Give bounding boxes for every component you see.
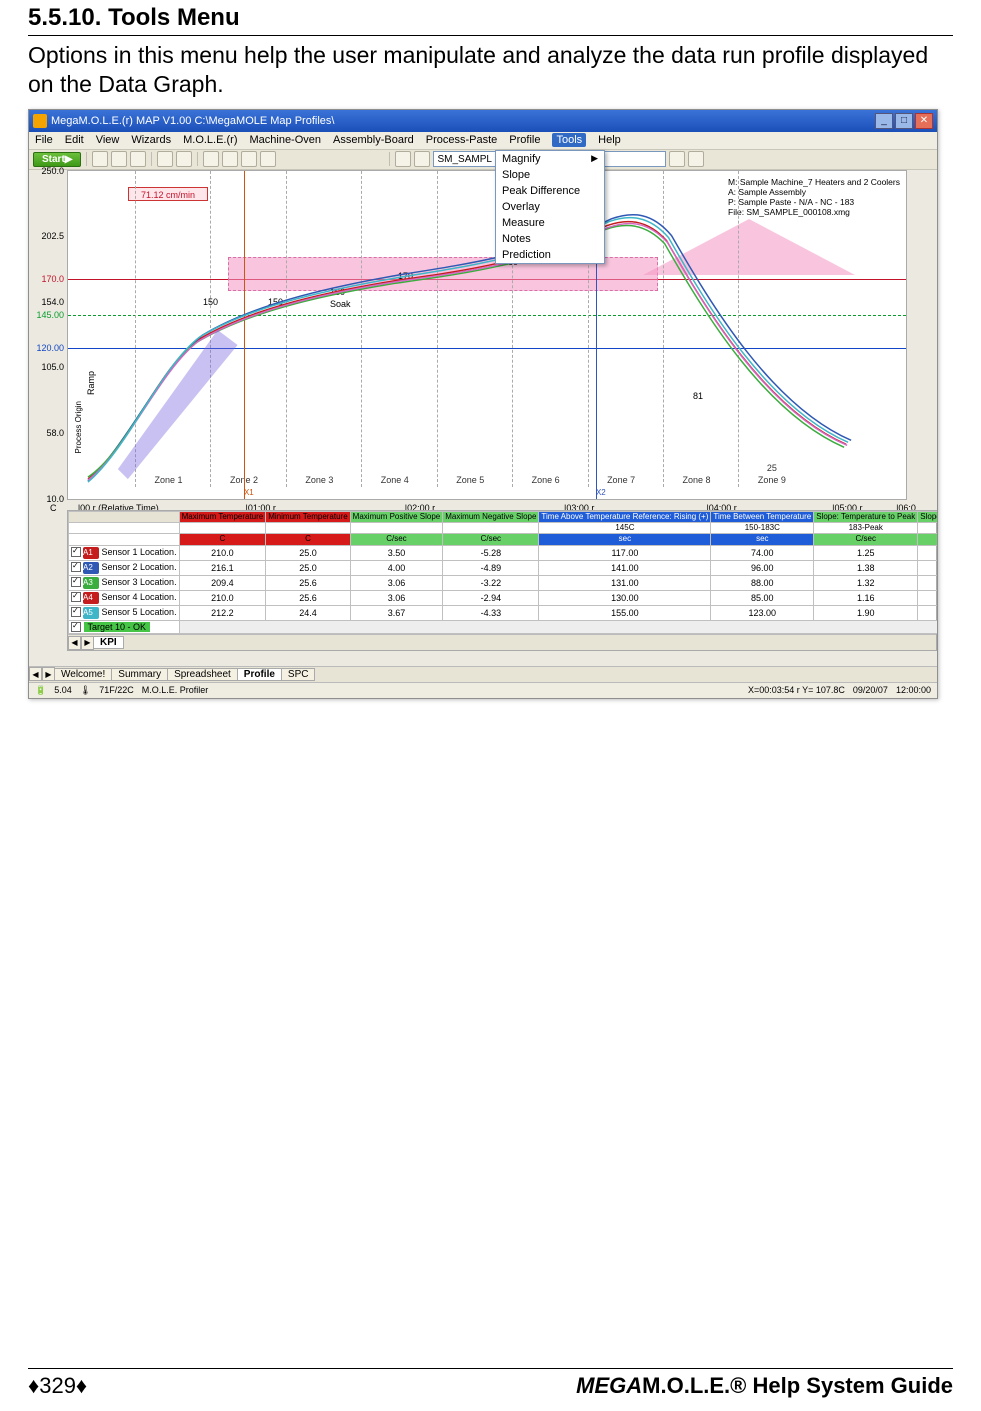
status-coords: X=00:03:54 r Y= 107.8C [748, 685, 845, 695]
view-icon[interactable] [203, 151, 219, 167]
minimize-button[interactable]: _ [875, 113, 893, 129]
y-axis-unit: C [50, 503, 57, 513]
status-time: 12:00:00 [896, 685, 931, 695]
target-checkbox[interactable] [71, 622, 81, 632]
y-axis-icon[interactable] [395, 151, 411, 167]
menu-assembly-board[interactable]: Assembly-Board [333, 134, 414, 146]
tab-profile[interactable]: Profile [237, 668, 282, 681]
submenu-arrow-icon: ▶ [591, 153, 598, 164]
menu-file[interactable]: File [35, 134, 53, 146]
sensor-checkbox[interactable] [71, 547, 81, 557]
start-button[interactable]: Start▶ [33, 152, 81, 167]
sensor-checkbox[interactable] [71, 607, 81, 617]
menu-item-notes[interactable]: Notes [496, 231, 604, 247]
menu-item-magnify[interactable]: Magnify▶ [496, 151, 604, 167]
tab-welcome[interactable]: Welcome! [54, 668, 112, 681]
data-graph[interactable]: 250.0 202.5 170.0 154.0 145.00 120.00 10… [67, 170, 907, 500]
table-row: A3 Sensor 3 Location.209.425.63.06-3.221… [69, 575, 939, 590]
zoom-out-icon[interactable] [176, 151, 192, 167]
data-table: Maximum TemperatureMinimum Temperature M… [67, 510, 937, 652]
toolbar: Start▶ SM_SAMPL [29, 150, 937, 170]
down-arrow-icon[interactable] [414, 151, 430, 167]
table-row: A4 Sensor 4 Location.210.025.63.06-2.941… [69, 590, 939, 605]
menu-tools[interactable]: Tools [552, 133, 586, 147]
maximize-button[interactable]: □ [895, 113, 913, 129]
open-icon[interactable] [92, 151, 108, 167]
status-temp-icon: 🌡 [80, 685, 91, 696]
status-date: 09/20/07 [853, 685, 888, 695]
status-volts: 5.04 [54, 685, 72, 695]
close-button[interactable]: ✕ [915, 113, 933, 129]
print-icon[interactable] [130, 151, 146, 167]
menu-view[interactable]: View [96, 134, 120, 146]
status-temp: 71F/22C [99, 685, 134, 695]
table-row: A2 Sensor 2 Location.216.125.04.00-4.891… [69, 560, 939, 575]
menu-machine-oven[interactable]: Machine-Oven [249, 134, 321, 146]
target-icon[interactable] [222, 151, 238, 167]
body-text: Options in this menu help the user manip… [28, 41, 953, 99]
table-row: A5 Sensor 5 Location.212.224.43.67-4.331… [69, 605, 939, 620]
menu-help[interactable]: Help [598, 134, 621, 146]
section-heading: 5.5.10. Tools Menu [28, 4, 953, 32]
kpi-nav-prev[interactable]: ◀ [68, 636, 81, 650]
menu-mole[interactable]: M.O.L.E.(r) [183, 134, 237, 146]
y-axis: 250.0 202.5 170.0 154.0 145.00 120.00 10… [36, 171, 66, 499]
sensor-checkbox[interactable] [71, 577, 81, 587]
page-footer: ♦329♦ MEGAM.O.L.E.® Help System Guide [28, 1368, 953, 1399]
divider [28, 35, 953, 36]
profile-curves [68, 171, 906, 499]
sensor-checkbox[interactable] [71, 592, 81, 602]
down-icon[interactable] [688, 151, 704, 167]
table-row: A1 Sensor 1 Location.210.025.03.50-5.281… [69, 545, 939, 560]
status-profiler: M.O.L.E. Profiler [142, 685, 209, 695]
units-row: CC C/secC/sec secsec C/secC/sec CC [69, 534, 939, 545]
menu-profile[interactable]: Profile [509, 134, 540, 146]
menu-item-prediction[interactable]: Prediction [496, 247, 604, 263]
subheader-row: 145C150-183C183-PeakPeak-183X1 - 76X2 - … [69, 522, 939, 533]
footer-title: MEGAM.O.L.E.® Help System Guide [576, 1373, 953, 1399]
menu-edit[interactable]: Edit [65, 134, 84, 146]
menu-item-measure[interactable]: Measure [496, 215, 604, 231]
up-icon[interactable] [669, 151, 685, 167]
tab-summary[interactable]: Summary [111, 668, 168, 681]
save-icon[interactable] [111, 151, 127, 167]
menu-wizards[interactable]: Wizards [131, 134, 171, 146]
page-number: ♦329♦ [28, 1373, 87, 1399]
grid-icon[interactable] [241, 151, 257, 167]
menu-item-peak-difference[interactable]: Peak Difference [496, 183, 604, 199]
tab-spc[interactable]: SPC [281, 668, 316, 681]
tab-spreadsheet[interactable]: Spreadsheet [167, 668, 238, 681]
sheet-nav-prev[interactable]: ◀ [29, 667, 42, 681]
help-icon[interactable] [260, 151, 276, 167]
titlebar: MegaM.O.L.E.(r) MAP V1.00 C:\MegaMOLE Ma… [29, 110, 937, 132]
menu-process-paste[interactable]: Process-Paste [426, 134, 498, 146]
status-volts-icon: 🔋 [35, 685, 46, 696]
app-icon [33, 114, 47, 128]
statusbar: 🔋 5.04 🌡 71F/22C M.O.L.E. Profiler X=00:03… [29, 682, 937, 698]
menu-item-overlay[interactable]: Overlay [496, 199, 604, 215]
window-title: MegaM.O.L.E.(r) MAP V1.00 C:\MegaMOLE Ma… [51, 115, 334, 127]
menubar: File Edit View Wizards M.O.L.E.(r) Machi… [29, 132, 937, 150]
tab-kpi[interactable]: KPI [93, 636, 124, 649]
window-buttons: _ □ ✕ [875, 113, 933, 129]
application-screenshot: MegaM.O.L.E.(r) MAP V1.00 C:\MegaMOLE Ma… [28, 109, 938, 699]
sheet-tabs: ◀▶ Welcome! Summary Spreadsheet Profile … [29, 666, 937, 682]
sensor-checkbox[interactable] [71, 562, 81, 572]
kpi-tabs: ◀▶ KPI [68, 634, 936, 650]
tools-dropdown: Magnify▶ Slope Peak Difference Overlay M… [495, 150, 605, 264]
header-row: Maximum TemperatureMinimum Temperature M… [69, 511, 939, 522]
zoom-in-icon[interactable] [157, 151, 173, 167]
target-row: Target 10 - OK [69, 620, 939, 634]
menu-item-slope[interactable]: Slope [496, 167, 604, 183]
